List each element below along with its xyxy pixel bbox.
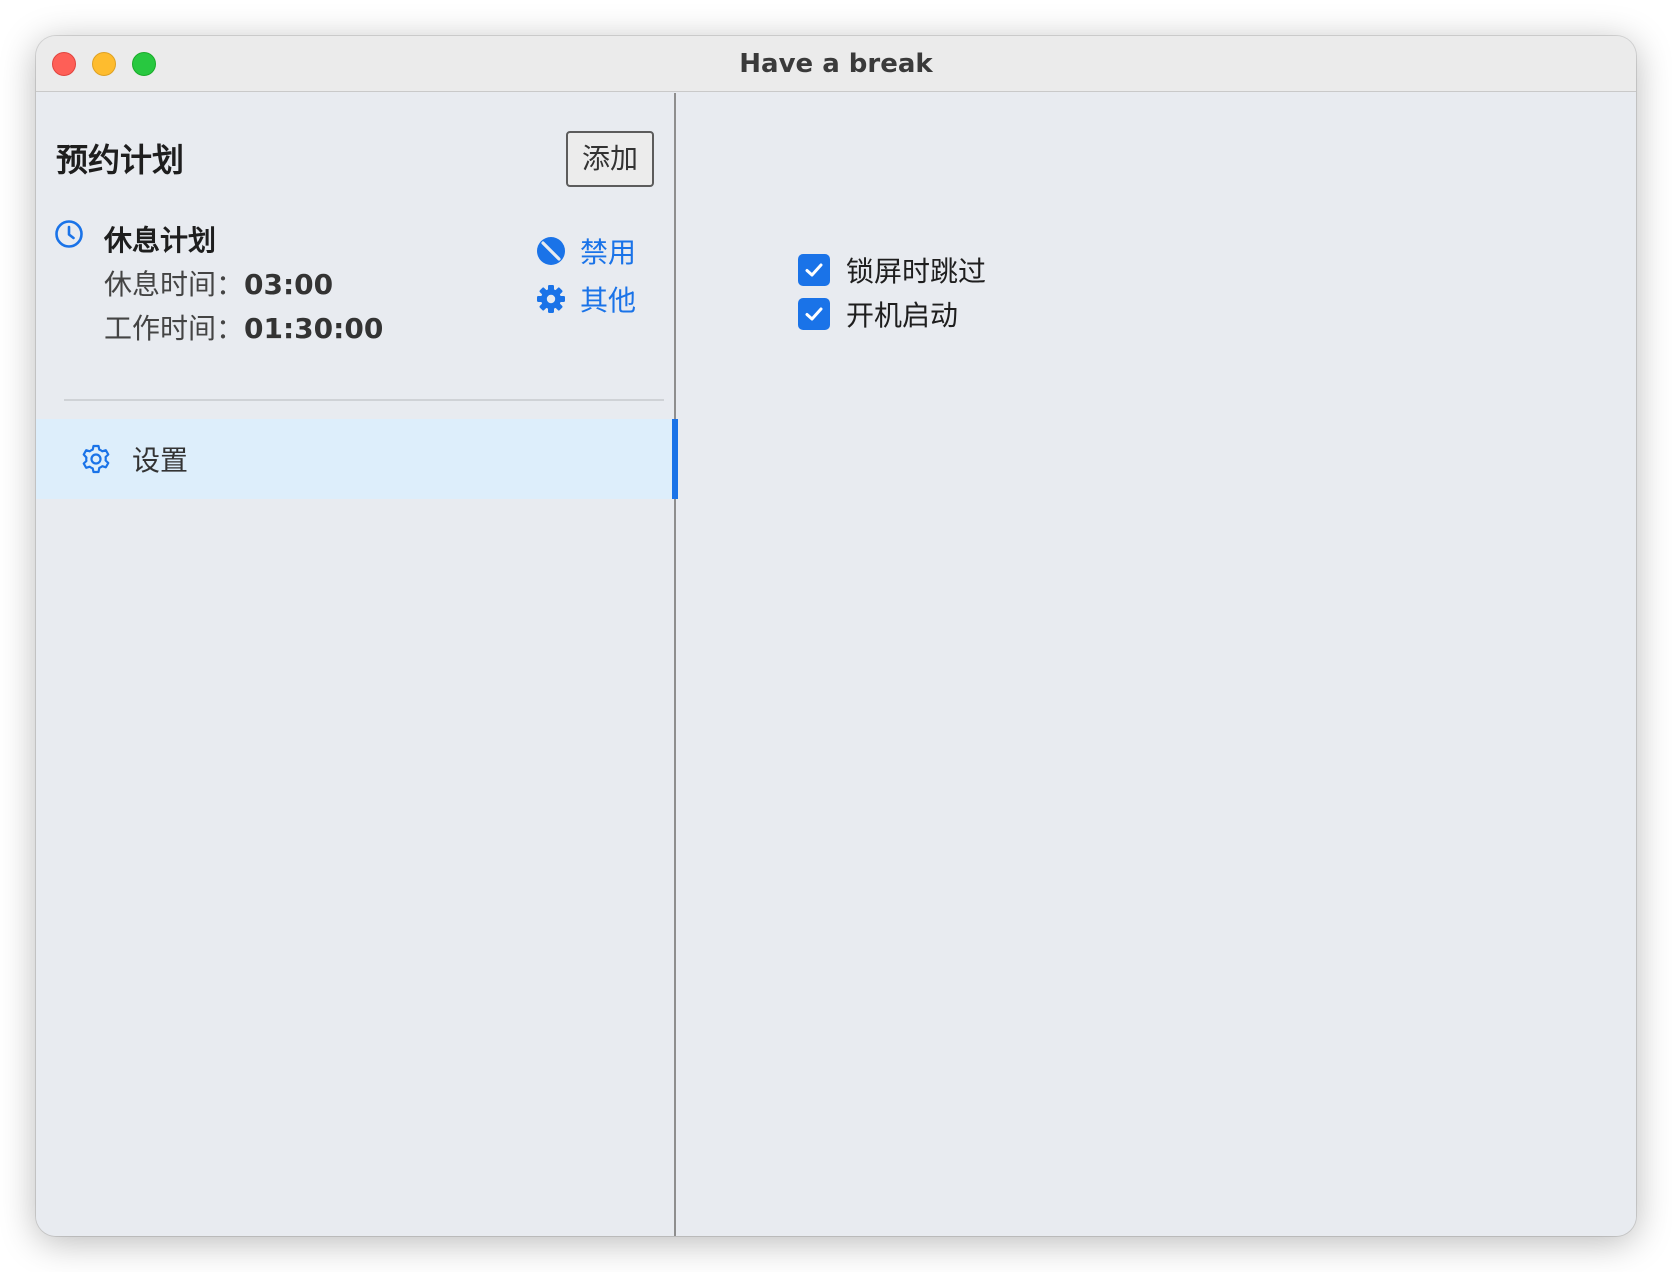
app-window: Have a break 预约计划 添加 休息计划 休息时间：03:00 工作时… (36, 36, 1636, 1236)
checkmark-icon (805, 307, 823, 321)
work-time-row: 工作时间：01:30:00 (104, 307, 383, 347)
sidebar-divider (64, 399, 664, 401)
launch-at-login-checkbox[interactable] (798, 298, 830, 330)
ban-icon (537, 237, 565, 265)
plans-heading: 预约计划 (56, 141, 185, 179)
disable-label: 禁用 (580, 236, 637, 269)
rest-time-label: 休息时间： (104, 268, 245, 301)
rest-time-value: 03:00 (244, 268, 334, 301)
launch-at-login-label: 开机启动 (846, 299, 959, 332)
sidebar: 预约计划 添加 休息计划 休息时间：03:00 工作时间：01:30:00 禁用 (36, 93, 678, 1236)
window-title: Have a break (739, 49, 933, 79)
add-plan-button[interactable]: 添加 (566, 131, 654, 187)
skip-on-lock-checkbox[interactable] (798, 254, 830, 286)
plan-card: 休息计划 休息时间：03:00 工作时间：01:30:00 禁用 其他 (36, 203, 676, 363)
sidebar-item-settings[interactable]: 设置 (36, 419, 678, 499)
rest-time-row: 休息时间：03:00 (104, 263, 333, 303)
work-time-value: 01:30:00 (244, 312, 384, 345)
settings-label: 设置 (132, 444, 189, 477)
settings-panel: 锁屏时跳过 开机启动 (678, 93, 1636, 1236)
other-plan-button[interactable]: 其他 (536, 281, 636, 317)
gear-outline-icon (82, 444, 110, 474)
clock-icon (55, 220, 83, 248)
title-bar: Have a break (36, 36, 1636, 92)
disable-plan-button[interactable]: 禁用 (536, 233, 636, 269)
gear-icon (537, 285, 565, 313)
launch-at-login-option[interactable]: 开机启动 (798, 297, 959, 332)
work-time-label: 工作时间： (104, 312, 245, 345)
checkmark-icon (805, 263, 823, 277)
skip-on-lock-label: 锁屏时跳过 (846, 255, 987, 288)
skip-on-lock-option[interactable]: 锁屏时跳过 (798, 253, 987, 288)
plan-name: 休息计划 (104, 224, 217, 257)
other-label: 其他 (580, 284, 637, 317)
